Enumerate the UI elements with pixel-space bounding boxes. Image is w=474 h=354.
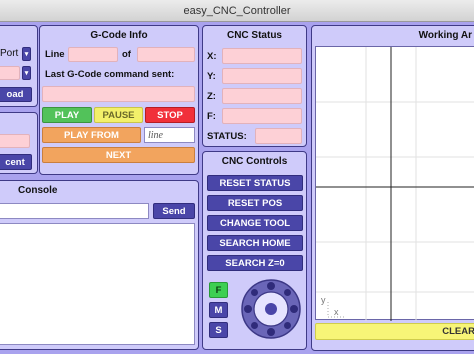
step-fast-button[interactable]: F <box>209 282 228 298</box>
axis-x-indicator: x <box>334 307 339 317</box>
send-button[interactable]: Send <box>153 203 195 219</box>
step-medium-button[interactable]: M <box>209 302 228 318</box>
y-value-field <box>222 68 302 84</box>
change-tool-button[interactable]: CHANGE TOOL <box>207 215 303 231</box>
z-label: Z: <box>207 91 216 102</box>
reset-pos-button[interactable]: RESET POS <box>207 195 303 211</box>
load-button[interactable]: oad <box>0 87 32 102</box>
working-area-title: Working Ar <box>418 30 472 41</box>
console-input[interactable] <box>0 203 149 219</box>
search-home-button[interactable]: SEARCH HOME <box>207 235 303 251</box>
cnc-status-title: CNC Status <box>226 30 282 41</box>
y-label: Y: <box>207 71 216 82</box>
port-dropdown-button[interactable]: ▾ <box>22 47 31 61</box>
console-title: Console <box>18 185 58 196</box>
x-value-field <box>222 48 302 64</box>
step-slow-button[interactable]: S <box>209 322 228 338</box>
directional-pad-icon[interactable] <box>240 278 302 340</box>
gcode-info-title: G-Code Info <box>90 30 148 41</box>
z-value-field <box>222 88 302 104</box>
of-label: of <box>122 49 131 60</box>
play-button[interactable]: PLAY <box>42 107 92 123</box>
working-area-grid <box>316 47 474 321</box>
console-output <box>0 223 195 345</box>
status-value-field <box>255 128 302 144</box>
window-title-bar: easy_CNC_Controller <box>0 0 474 22</box>
play-from-line-input[interactable]: line <box>144 127 195 143</box>
cnc-controls-title: CNC Controls <box>221 156 288 167</box>
total-lines-field <box>137 47 195 62</box>
working-area-canvas[interactable] <box>315 46 474 321</box>
x-label: X: <box>207 51 217 62</box>
recent-button[interactable]: cent <box>0 154 32 170</box>
axis-y-indicator: y <box>321 295 326 305</box>
clear-button[interactable]: CLEAR <box>315 323 474 340</box>
line-label: Line <box>45 49 65 60</box>
port-label: Port <box>0 48 19 59</box>
window-title: easy_CNC_Controller <box>183 5 291 17</box>
f-label: F: <box>207 111 216 122</box>
pause-button[interactable]: PAUSE <box>94 107 143 123</box>
next-button[interactable]: NEXT <box>42 147 195 163</box>
baud-field[interactable] <box>0 66 20 80</box>
search-z0-button[interactable]: SEARCH Z=0 <box>207 255 303 271</box>
play-from-button[interactable]: PLAY FROM <box>42 127 141 143</box>
baud-dropdown-button[interactable]: ▾ <box>22 66 31 80</box>
reset-status-button[interactable]: RESET STATUS <box>207 175 303 191</box>
last-command-field <box>42 86 195 102</box>
file-field[interactable] <box>0 134 30 148</box>
last-command-label: Last G-Code command sent: <box>45 69 175 80</box>
status-label: STATUS: <box>207 131 247 142</box>
current-line-field <box>68 47 118 62</box>
stop-button[interactable]: STOP <box>145 107 195 123</box>
f-value-field <box>222 108 302 124</box>
